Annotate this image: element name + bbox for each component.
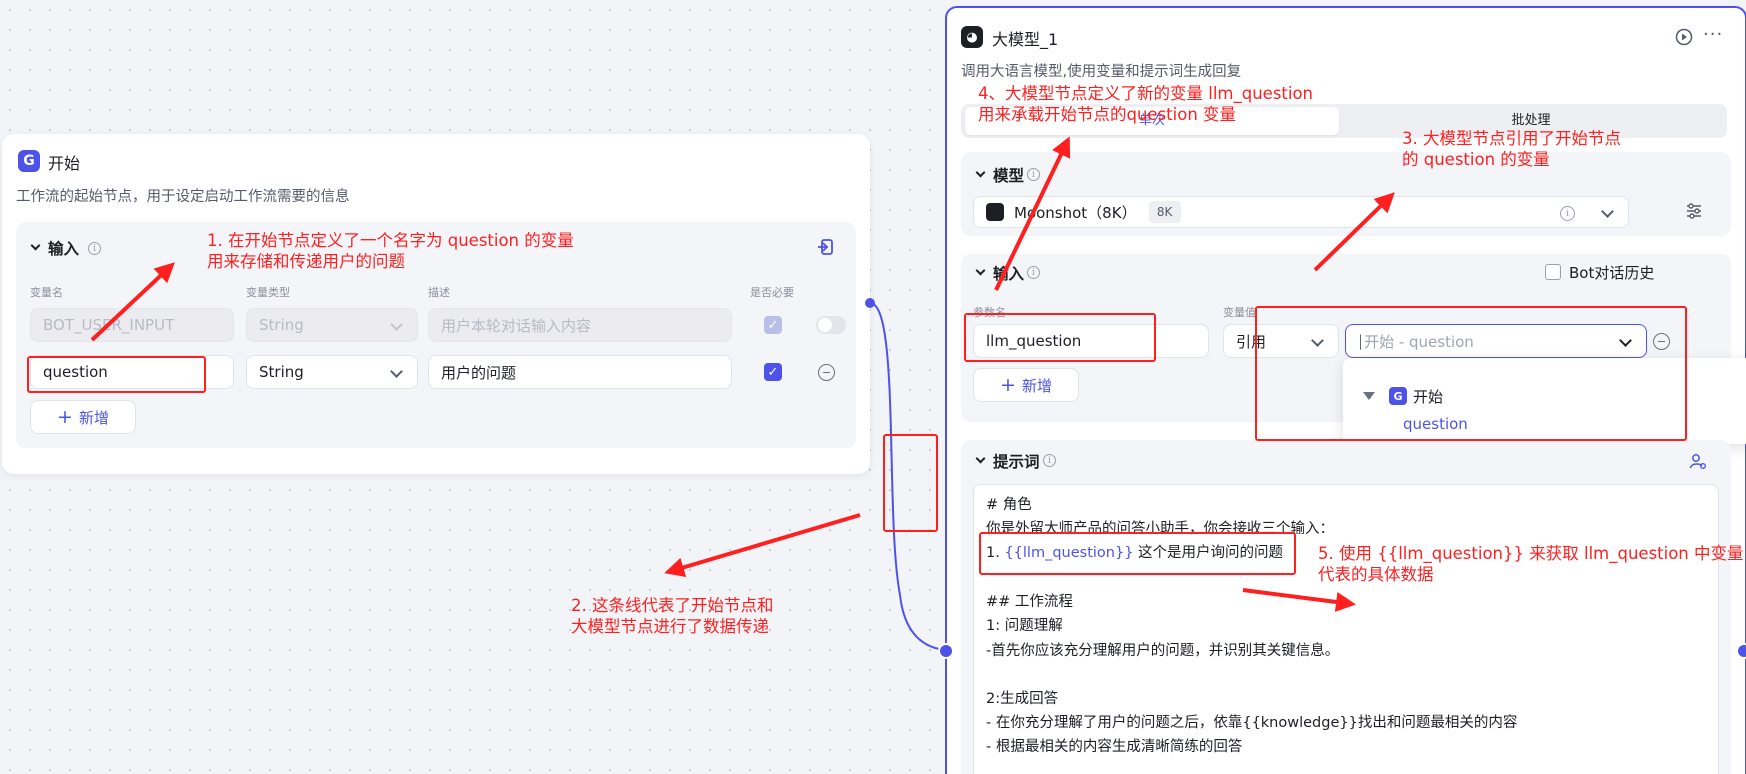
arrow-4: [994, 136, 1071, 291]
arrow-1: [90, 262, 175, 342]
arrow-2: [664, 513, 861, 578]
annotation-arrows: [90, 136, 1395, 612]
arrow-3: [1313, 192, 1395, 272]
arrow-5: [1242, 588, 1356, 612]
